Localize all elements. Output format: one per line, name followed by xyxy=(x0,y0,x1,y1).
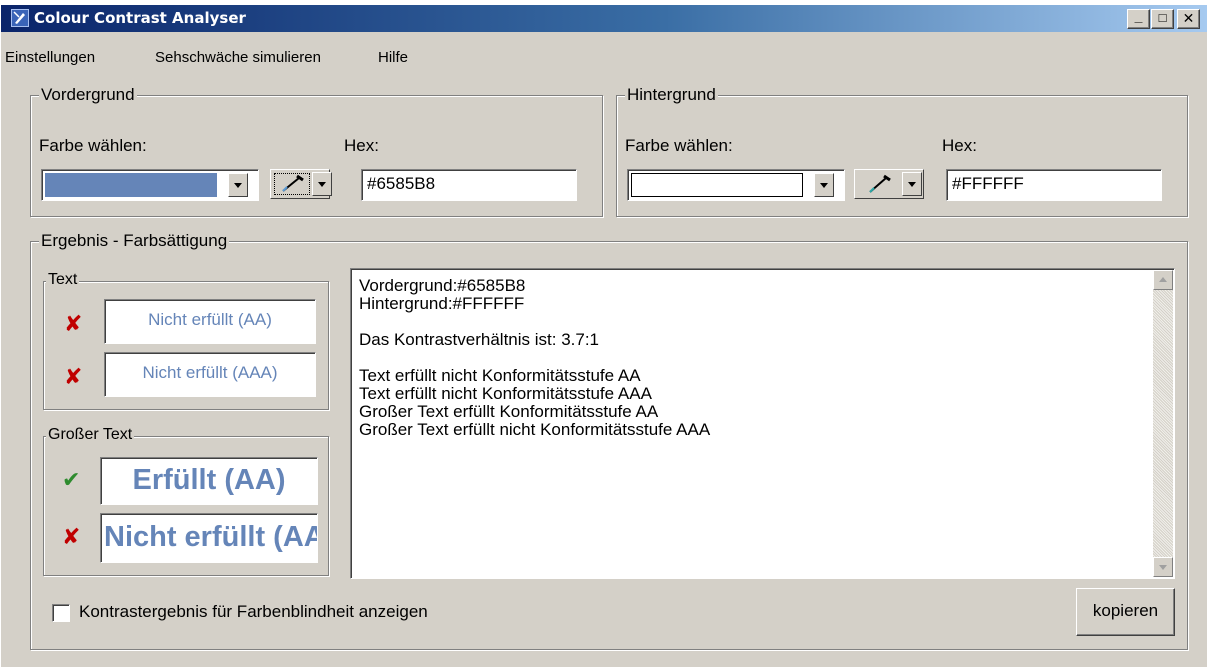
close-button[interactable]: ✕ xyxy=(1177,9,1200,29)
window-title: Colour Contrast Analyser xyxy=(34,9,246,27)
cross-icon: ✘ xyxy=(64,364,83,389)
text-aa-result: Nicht erfüllt (AA) xyxy=(104,299,316,344)
large-text-group-legend: Großer Text xyxy=(46,426,135,444)
chevron-down-icon[interactable] xyxy=(228,173,248,197)
scroll-up-arrow-icon[interactable] xyxy=(1153,270,1173,290)
vertical-scrollbar[interactable] xyxy=(1153,270,1173,577)
colorblind-checkbox[interactable] xyxy=(52,604,70,622)
menu-help[interactable]: Hilfe xyxy=(378,49,408,66)
foreground-color-select[interactable] xyxy=(41,169,259,201)
background-group: Hintergrund Farbe wählen: Hex: #FFFFFF xyxy=(616,85,1188,217)
foreground-hex-label: Hex: xyxy=(344,136,379,155)
menu-simulate[interactable]: Sehschwäche simulieren xyxy=(155,49,321,66)
cross-icon: ✘ xyxy=(62,524,81,549)
text-aaa-result: Nicht erfüllt (AAA) xyxy=(104,352,316,397)
chevron-down-icon[interactable] xyxy=(814,173,834,197)
eyedropper-icon xyxy=(858,173,898,195)
app-icon xyxy=(11,9,29,27)
background-hex-input[interactable]: #FFFFFF xyxy=(946,169,1162,201)
background-hex-label: Hex: xyxy=(942,136,977,155)
eyedropper-icon xyxy=(274,173,310,195)
chevron-down-icon[interactable] xyxy=(902,172,922,196)
foreground-picker-button[interactable] xyxy=(270,169,332,199)
background-legend: Hintergrund xyxy=(625,85,718,105)
background-color-select[interactable] xyxy=(627,169,845,201)
maximize-button[interactable]: □ xyxy=(1151,9,1174,29)
title-bar[interactable]: Colour Contrast Analyser _ □ ✕ xyxy=(1,5,1207,32)
app-window: Colour Contrast Analyser _ □ ✕ Einstellu… xyxy=(0,5,1207,667)
background-choose-label: Farbe wählen: xyxy=(625,136,733,155)
foreground-swatch xyxy=(45,173,217,197)
chevron-down-icon[interactable] xyxy=(312,172,332,196)
large-text-aaa-result: Nicht erfüllt (AAA) xyxy=(100,513,318,563)
foreground-group: Vordergrund Farbe wählen: Hex: #6585B8 xyxy=(30,85,603,217)
background-swatch xyxy=(631,173,803,197)
colorblind-checkbox-label[interactable]: Kontrastergebnis für Farbenblindheit anz… xyxy=(79,602,428,622)
copy-button[interactable]: kopieren xyxy=(1076,588,1175,636)
cross-icon: ✘ xyxy=(64,311,83,336)
minimize-button[interactable]: _ xyxy=(1127,8,1150,29)
result-legend: Ergebnis - Farbsättigung xyxy=(39,231,230,251)
large-text-aa-result: Erfüllt (AA) xyxy=(100,457,318,505)
result-details-textarea[interactable]: Vordergrund:#6585B8 Hintergrund:#FFFFFF … xyxy=(350,268,1175,579)
background-picker-button[interactable] xyxy=(854,169,924,199)
checkmark-icon: ✔ xyxy=(62,467,81,492)
foreground-choose-label: Farbe wählen: xyxy=(39,136,147,155)
foreground-hex-input[interactable]: #6585B8 xyxy=(361,169,577,201)
foreground-legend: Vordergrund xyxy=(39,85,137,105)
large-text-group: Großer Text ✔ Erfüllt (AA) ✘ Nicht erfül… xyxy=(43,426,329,576)
text-group: Text ✘ Nicht erfüllt (AA) ✘ Nicht erfüll… xyxy=(43,271,329,410)
scroll-down-arrow-icon[interactable] xyxy=(1153,557,1173,577)
menu-settings[interactable]: Einstellungen xyxy=(5,49,95,66)
result-group: Ergebnis - Farbsättigung Text ✘ Nicht er… xyxy=(30,231,1188,650)
result-details-text: Vordergrund:#6585B8 Hintergrund:#FFFFFF … xyxy=(359,276,711,439)
text-group-legend: Text xyxy=(46,271,80,289)
